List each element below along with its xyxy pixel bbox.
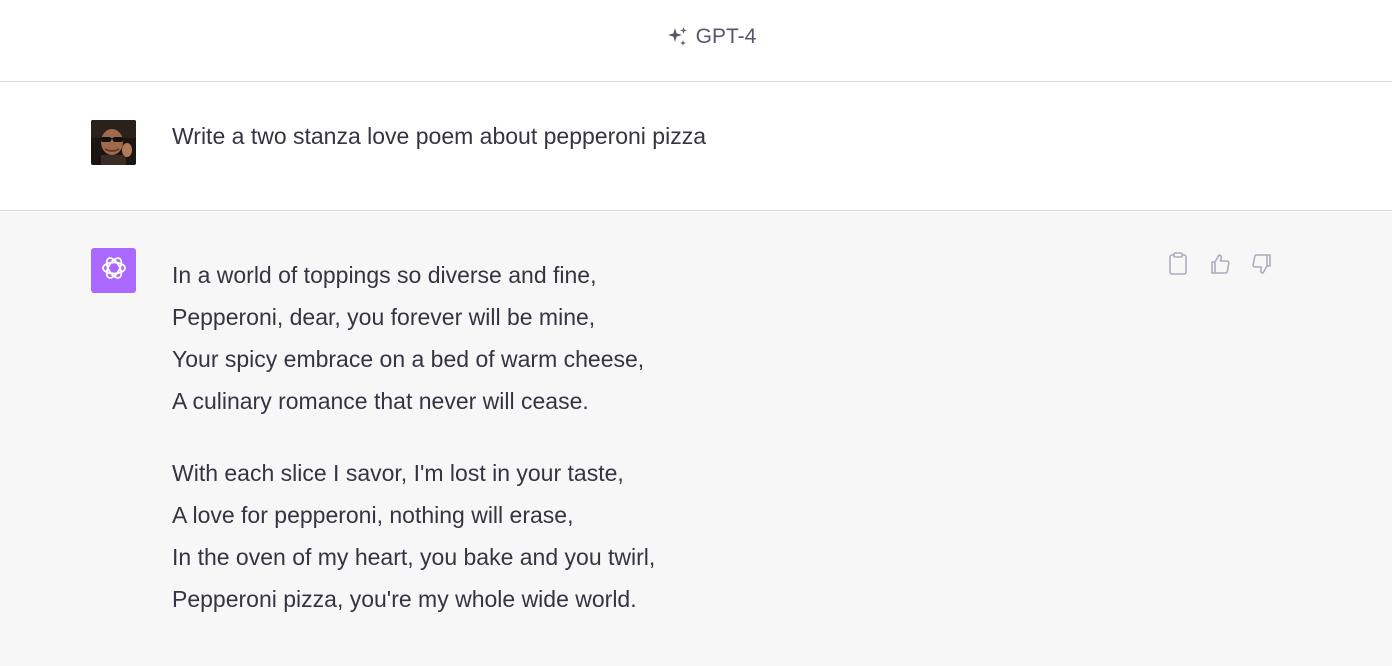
message-actions — [1166, 251, 1274, 281]
user-message-row: Write a two stanza love poem about peppe… — [0, 83, 1392, 211]
clipboard-icon — [1168, 251, 1188, 281]
poem-line: Your spicy embrace on a bed of warm chee… — [172, 346, 645, 372]
thumbs-down-icon — [1250, 252, 1274, 281]
thumbs-up-icon — [1208, 252, 1232, 281]
assistant-message-row: In a world of toppings so diverse and fi… — [0, 212, 1392, 666]
model-indicator[interactable]: GPT-4 — [666, 24, 757, 49]
poem-stanza: With each slice I savor, I'm lost in you… — [172, 452, 655, 620]
openai-logo-icon — [98, 252, 130, 289]
poem-line: In a world of toppings so diverse and fi… — [172, 262, 597, 288]
user-message-text: Write a two stanza love poem about peppe… — [172, 123, 706, 149]
poem-line: Pepperoni pizza, you're my whole wide wo… — [172, 586, 637, 612]
poem-line: A love for pepperoni, nothing will erase… — [172, 502, 574, 528]
poem-line: With each slice I savor, I'm lost in you… — [172, 460, 624, 486]
thumbs-up-button[interactable] — [1208, 252, 1232, 280]
sparkle-icon — [666, 25, 690, 49]
top-bar: GPT-4 — [0, 0, 1392, 82]
copy-button[interactable] — [1166, 251, 1190, 281]
assistant-message-text: In a world of toppings so diverse and fi… — [172, 254, 655, 650]
poem-line: In the oven of my heart, you bake and yo… — [172, 544, 656, 570]
model-name: GPT-4 — [695, 24, 757, 48]
poem-line: Pepperoni, dear, you forever will be min… — [172, 304, 596, 330]
user-avatar — [91, 120, 136, 165]
thumbs-down-button[interactable] — [1250, 252, 1274, 280]
poem-stanza: In a world of toppings so diverse and fi… — [172, 254, 655, 422]
assistant-avatar — [91, 248, 136, 293]
poem-line: A culinary romance that never will cease… — [172, 388, 589, 414]
